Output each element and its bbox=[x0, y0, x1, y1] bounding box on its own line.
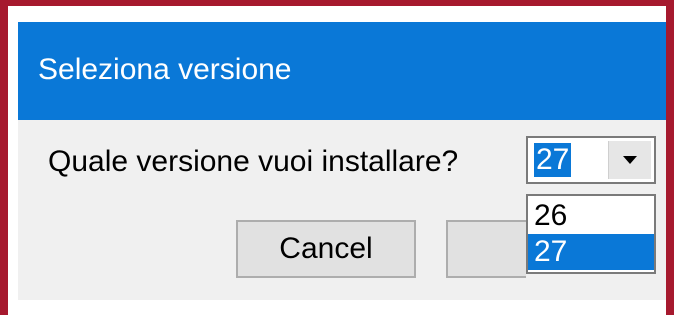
version-option-26[interactable]: 26 bbox=[528, 198, 654, 234]
window-bottom-edge bbox=[18, 300, 666, 308]
version-combobox-value: 27 bbox=[534, 143, 572, 177]
dropdown-toggle-button[interactable] bbox=[608, 141, 651, 179]
dialog-body: Quale versione vuoi installare? Cancel 2… bbox=[18, 120, 666, 300]
version-combobox[interactable]: 27 bbox=[526, 136, 656, 184]
window-border-right bbox=[666, 0, 674, 315]
ok-button[interactable] bbox=[446, 220, 526, 278]
version-question-label: Quale versione vuoi installare? bbox=[48, 145, 459, 178]
window-border-top bbox=[0, 0, 674, 6]
version-option-27[interactable]: 27 bbox=[528, 234, 654, 270]
chevron-down-icon bbox=[623, 156, 637, 164]
window-border-left bbox=[0, 0, 8, 315]
version-dropdown-list: 26 27 bbox=[526, 194, 656, 274]
dialog-window: Seleziona versione Quale versione vuoi i… bbox=[0, 0, 674, 315]
cancel-button[interactable]: Cancel bbox=[236, 220, 416, 278]
title-bar[interactable]: Seleziona versione bbox=[18, 22, 666, 120]
window-title: Seleziona versione bbox=[38, 53, 292, 86]
